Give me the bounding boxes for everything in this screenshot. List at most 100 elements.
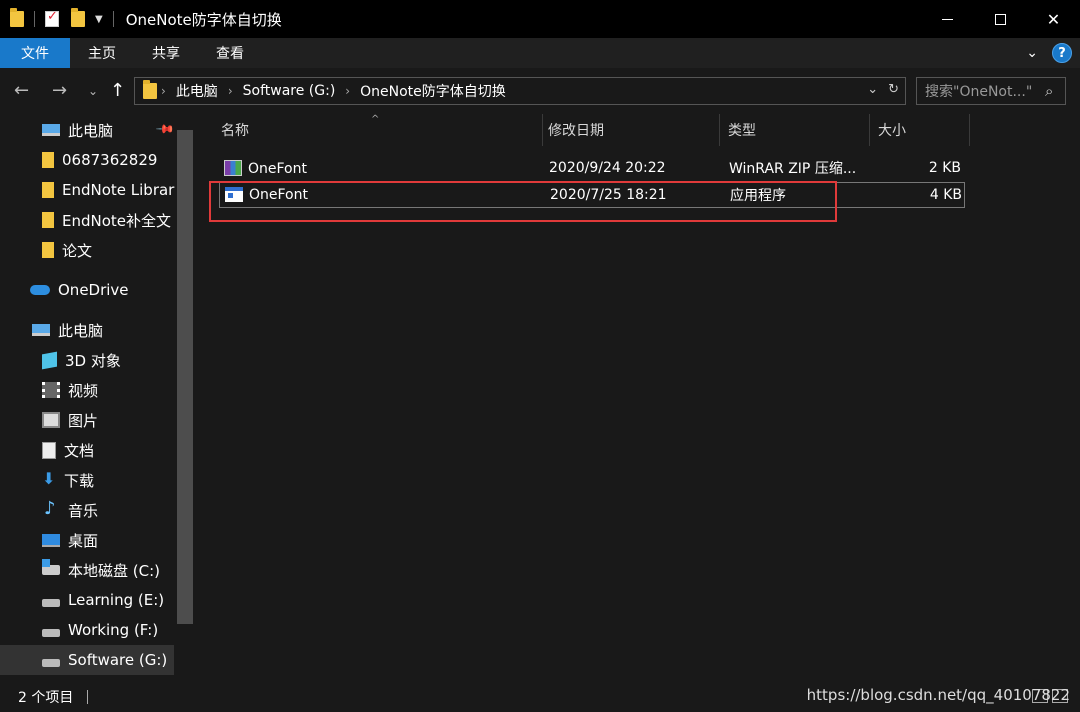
folder-icon [42,152,54,168]
refresh-icon[interactable]: ↻ [888,82,899,97]
back-arrow-icon[interactable]: ← [14,80,29,101]
sidebar-item-0687362829[interactable]: 0687362829 [42,145,157,175]
pc-icon [42,124,60,136]
sidebar-item-drive-f[interactable]: Working (F:) [42,615,158,645]
pc-icon [32,324,50,336]
column-header-type[interactable]: 类型 [720,114,870,146]
sidebar-item-endnote-library[interactable]: EndNote Librar [42,175,174,205]
minimize-button[interactable] [921,0,974,38]
drive-icon [42,659,60,667]
sidebar-item-papers[interactable]: 论文 [42,235,92,265]
sidebar-item-drive-g[interactable]: Software (G:) [0,645,174,675]
maximize-button[interactable] [974,0,1027,38]
tab-file[interactable]: 文件 [0,38,70,68]
sidebar-item-drive-e[interactable]: Learning (E:) [42,585,164,615]
new-folder-icon[interactable] [71,8,85,27]
column-header-date[interactable]: 修改日期 [540,114,720,146]
file-row[interactable]: OneFont 2020/9/24 20:22 WinRAR ZIP 压缩...… [219,155,965,181]
sidebar-item-music[interactable]: 音乐 [42,495,98,525]
sidebar-item-pictures[interactable]: 图片 [42,405,98,435]
customize-toolbar-chevron-icon[interactable]: ▼ [95,14,103,25]
window-controls: ✕ [921,0,1080,38]
column-header-size[interactable]: 大小 [870,114,970,146]
tab-home[interactable]: 主页 [70,38,134,68]
file-size: 2 KB [928,160,961,176]
sidebar-item-onedrive[interactable]: OneDrive [30,275,129,305]
up-arrow-icon[interactable]: ↑ [110,80,125,101]
column-header-name[interactable]: 名称 [213,114,543,146]
file-name-cell: OneFont [224,159,307,177]
navigation-pane: 此电脑 📌 0687362829 EndNote Librar EndNote补… [0,114,197,682]
minimize-icon [942,18,953,20]
address-history-chevron-icon[interactable]: ⌄ [867,82,878,97]
expand-ribbon-chevron-icon[interactable]: ⌄ [1026,45,1038,61]
file-name-cell: OneFont [225,187,308,203]
file-name: OneFont [249,187,308,203]
rar-archive-icon [224,159,242,176]
sidebar-item-label: OneDrive [58,281,129,299]
sidebar-item-videos[interactable]: 视频 [42,375,98,405]
sidebar-item-desktop[interactable]: 桌面 [42,525,98,555]
breadcrumb-chevron-icon[interactable]: › [161,84,166,98]
sidebar-item-label: 视频 [68,381,99,400]
title-bar: ▼ OneNote防字体自切换 ✕ [0,0,1080,38]
maximize-icon [995,13,1006,25]
sidebar-item-documents[interactable]: 文档 [42,435,94,465]
sidebar-item-this-pc-quick[interactable]: 此电脑 [42,115,113,145]
sidebar-item-downloads[interactable]: 下载 [42,465,94,495]
sidebar-item-label: 此电脑 [68,121,114,140]
item-count: 2 个项目 [18,690,74,706]
properties-icon[interactable] [45,9,59,27]
search-input[interactable]: 搜索"OneNot..." [925,81,1043,101]
address-bar[interactable]: › 此电脑 › Software (G:) › OneNote防字体自切换 ⌄ … [134,77,906,105]
breadcrumb-chevron-icon[interactable]: › [345,84,350,98]
sidebar-item-this-pc[interactable]: 此电脑 [32,315,103,345]
sidebar-item-label: 下载 [64,471,95,490]
film-icon [42,382,60,398]
folder-icon [42,242,54,258]
file-type: 应用程序 [730,188,786,204]
folder-icon [42,212,54,228]
document-icon [42,441,56,459]
picture-icon [42,412,60,428]
sidebar-item-label: 文档 [64,441,95,460]
file-size: 4 KB [929,187,962,203]
sidebar-item-label: Learning (E:) [68,591,165,609]
file-date: 2020/9/24 20:22 [549,160,666,176]
sidebar-item-label: Working (F:) [68,621,159,639]
recent-locations-chevron-icon[interactable]: ⌄ [88,84,98,98]
help-icon[interactable]: ? [1052,43,1072,63]
search-icon[interactable]: ⌕ [1045,82,1053,100]
sidebar-item-label: 音乐 [68,501,99,520]
sidebar-item-label: 桌面 [68,531,99,550]
toolbar-divider [34,11,35,27]
breadcrumb-chevron-icon[interactable]: › [228,84,233,98]
close-icon: ✕ [1046,9,1061,29]
folder-icon [42,182,54,198]
address-controls: ⌄ ↻ [867,82,899,97]
sidebar-item-label: 此电脑 [58,321,104,340]
sidebar-scrollbar[interactable] [177,130,193,624]
file-row[interactable]: OneFont 2020/7/25 18:21 应用程序 4 KB [219,182,965,208]
breadcrumb-drive[interactable]: Software (G:) [243,83,336,99]
sidebar-item-3d-objects[interactable]: 3D 对象 [42,345,121,375]
sidebar-item-label: 本地磁盘 (C:) [68,561,160,580]
cube-icon [42,351,57,369]
sidebar-item-label: 0687362829 [62,151,158,169]
sidebar-item-label: 3D 对象 [65,351,121,370]
sidebar-item-label: Software (G:) [68,651,168,669]
breadcrumb-folder[interactable]: OneNote防字体自切换 [360,81,506,101]
tab-view[interactable]: 查看 [198,38,262,68]
search-box[interactable]: 搜索"OneNot..." ⌕ [916,77,1066,105]
tab-share[interactable]: 共享 [134,38,198,68]
close-button[interactable]: ✕ [1027,0,1080,38]
sidebar-item-drive-c[interactable]: 本地磁盘 (C:) [42,555,160,585]
forward-arrow-icon[interactable]: → [52,80,67,101]
sidebar-item-endnote-fulltext[interactable]: EndNote补全文 [42,205,171,235]
file-type: WinRAR ZIP 压缩... [729,161,857,177]
breadcrumb-this-pc[interactable]: 此电脑 [176,81,218,101]
cloud-icon [30,285,50,295]
status-divider [87,690,89,704]
desktop-icon [42,533,60,547]
pin-icon[interactable]: 📌 [155,119,175,139]
